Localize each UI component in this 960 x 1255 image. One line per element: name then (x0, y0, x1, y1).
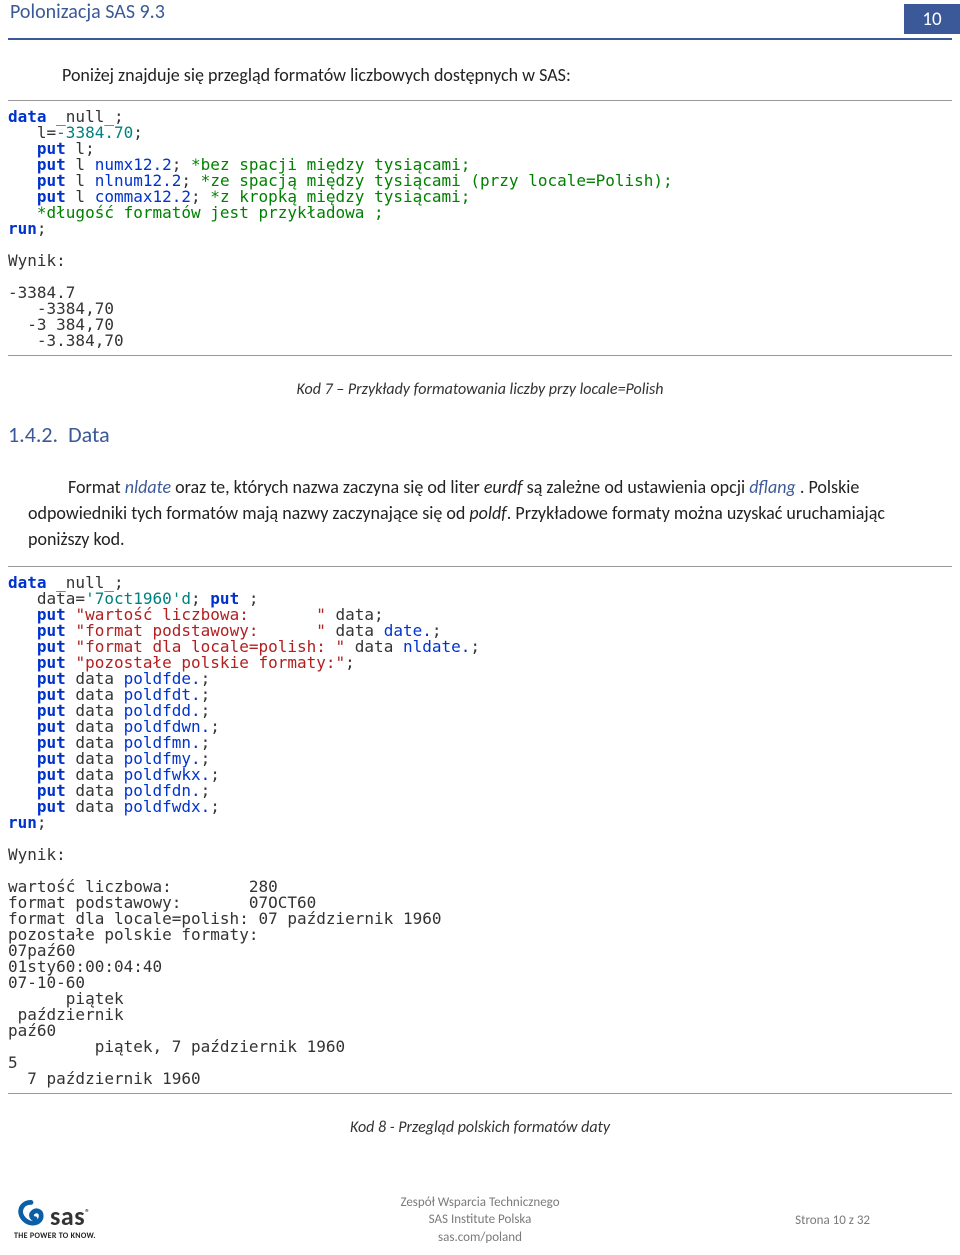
code-text: ; (133, 123, 143, 142)
code-format: poldfwdx. (124, 797, 211, 816)
code-text: ; (470, 637, 480, 656)
output-line: 7 październik 1960 (8, 1069, 201, 1088)
body-text: oraz te, których nazwa zaczyna się od li… (171, 476, 484, 498)
keyword-run: run (8, 813, 37, 832)
code-block-2: data _null_; data='7oct1960'd; put ; put… (8, 566, 952, 1094)
page-number-badge: 10 (904, 4, 960, 34)
section-number: 1.4.2. (8, 421, 58, 448)
caption-2: Kod 8 - Przegląd polskich formatów daty (8, 1094, 952, 1141)
keyword-run: run (8, 219, 37, 238)
caption-1: Kod 7 – Przykłady formatowania liczby pr… (8, 356, 952, 403)
code-text: ; (37, 219, 47, 238)
section-title: Data (68, 421, 110, 448)
page-header: Polonizacja SAS 9.3 10 (8, 0, 952, 40)
body-text: są zależne od ustawienia opcji (523, 476, 750, 498)
code-text: ; (37, 813, 47, 832)
footer-page: Strona 10 z 32 (795, 1213, 870, 1228)
intro-text: Poniżej znajduje się przegląd formatów l… (8, 40, 952, 100)
code-text: data (66, 797, 124, 816)
output-line: -3.384,70 (8, 331, 124, 350)
sas-logo: sas® THE POWER TO KNOW. (14, 1199, 96, 1241)
registered-icon: ® (85, 1207, 90, 1218)
sas-logo-top: sas® (14, 1199, 90, 1233)
code-text: ; (210, 717, 220, 736)
term-dflang: dflang (749, 476, 796, 498)
output-label: Wynik: (8, 251, 66, 270)
output-label: Wynik: (8, 845, 66, 864)
footer-team: Zespół Wsparcia Technicznego (0, 1194, 960, 1212)
sas-tagline: THE POWER TO KNOW. (14, 1231, 96, 1241)
page-content: Poniżej znajduje się przegląd formatów l… (0, 40, 960, 1141)
code-format: nldate. (403, 637, 470, 656)
code-block-1: data _null_; l=-3384.70; put l; put l nu… (8, 100, 952, 356)
output-line: piątek, 7 październik 1960 (8, 1037, 345, 1056)
page-footer: sas® THE POWER TO KNOW. Zespół Wsparcia … (0, 1185, 960, 1255)
body-text: Format (68, 476, 125, 498)
sas-logo-text: sas® (50, 1200, 90, 1232)
sas-swoosh-icon (14, 1199, 48, 1233)
code-text: ; (345, 653, 355, 672)
document-title: Polonizacja SAS 9.3 (8, 0, 165, 24)
term-nldate: nldate (125, 476, 171, 498)
body-paragraph: Format nldate oraz te, których nazwa zac… (8, 448, 952, 566)
footer-url: sas.com/poland (0, 1229, 960, 1247)
term-poldf: poldf (469, 502, 506, 524)
term-eurdf: eurdf (484, 476, 523, 498)
code-text: ; (210, 765, 220, 784)
code-text: ; (210, 797, 220, 816)
code-comment: *długość formatów jest przykładowa ; (8, 203, 384, 222)
section-heading: 1.4.2. Data (8, 403, 952, 448)
